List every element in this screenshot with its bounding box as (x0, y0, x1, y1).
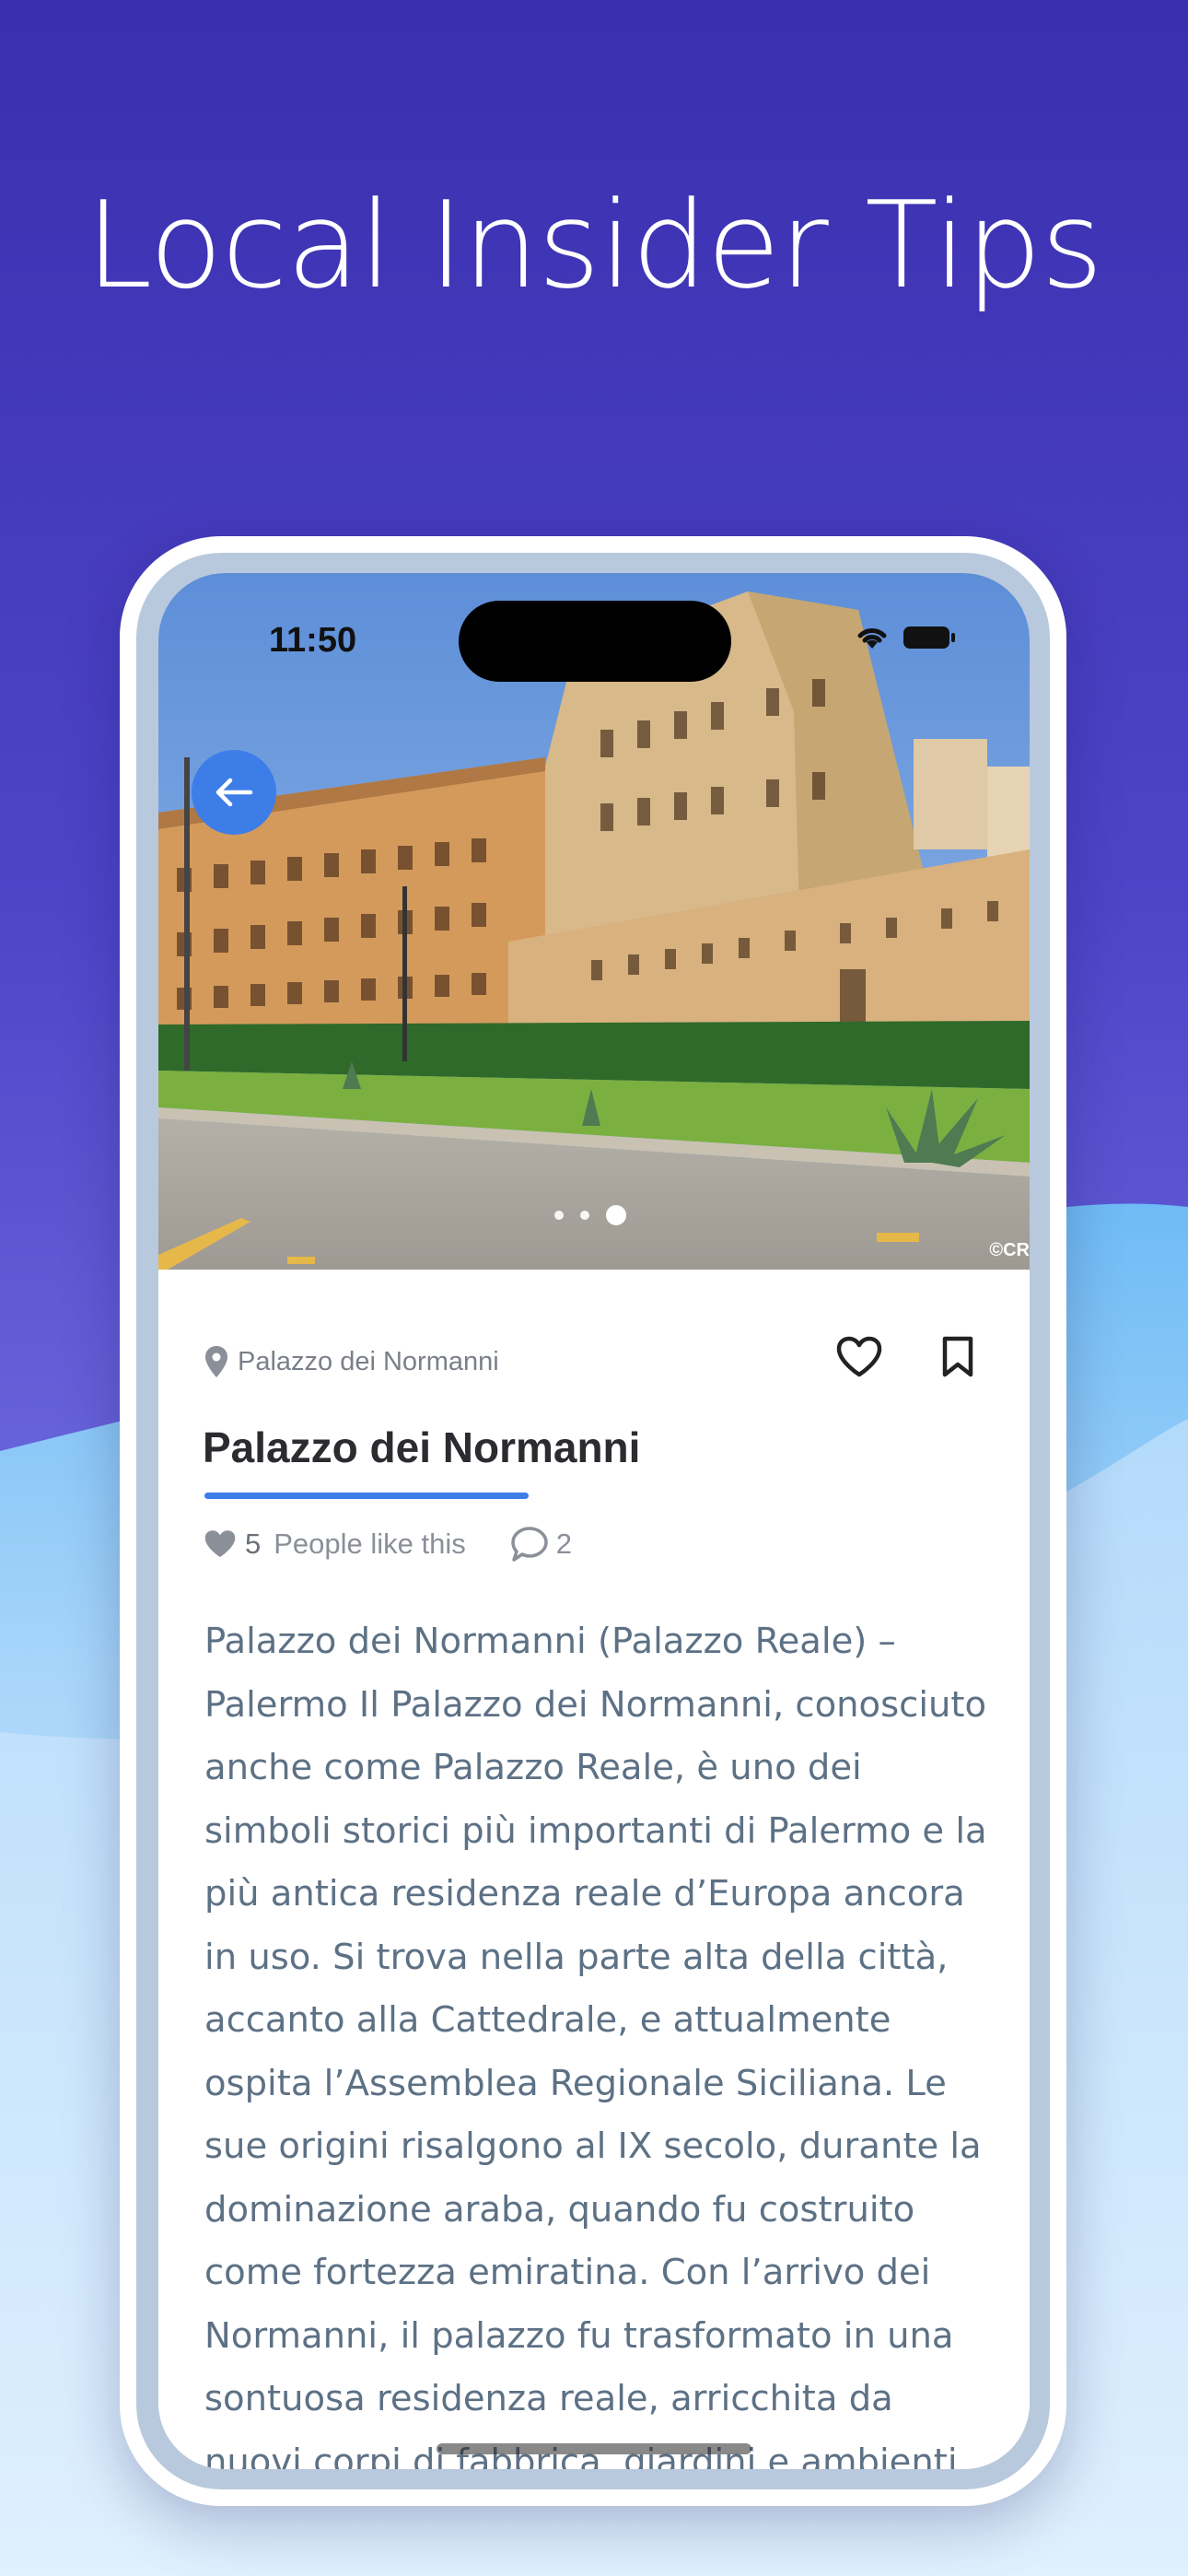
comments-stat[interactable]: 2 (510, 1526, 572, 1563)
gallery-dot-active[interactable] (606, 1205, 626, 1225)
wifi-icon (857, 628, 887, 649)
battery-icon (903, 626, 955, 649)
engagement-stats: 5 People like this 2 (203, 1526, 572, 1563)
back-button[interactable] (192, 750, 276, 835)
gallery-dot[interactable] (580, 1211, 589, 1220)
title-underline (204, 1493, 529, 1499)
place-description: Palazzo dei Normanni (Palazzo Reale) – P… (204, 1621, 987, 2469)
status-bar-time: 11:50 (269, 621, 357, 660)
place-actions (836, 1336, 974, 1378)
comment-bubble-icon (511, 1527, 548, 1562)
promo-headline: Local Insider Tips (86, 175, 1103, 315)
dynamic-island (459, 601, 731, 682)
heart-filled-icon[interactable] (203, 1528, 238, 1560)
bookmark-icon[interactable] (941, 1336, 974, 1378)
map-pin-icon (205, 1346, 227, 1377)
location-row: Palazzo dei Normanni (204, 1345, 499, 1378)
place-photo-gallery[interactable]: 11:50 ©CR (158, 573, 1030, 1270)
place-details: Palazzo dei Normanni Palazzo dei Normann… (158, 1270, 1030, 2469)
place-title: Palazzo dei Normanni (203, 1423, 641, 1471)
home-indicator[interactable] (437, 2443, 751, 2454)
location-label: Palazzo dei Normanni (238, 1346, 499, 1376)
heart-outline-icon[interactable] (836, 1336, 882, 1378)
likes-label: People like this (274, 1528, 466, 1560)
status-bar-icons (855, 625, 956, 650)
likes-count: 5 (245, 1528, 262, 1560)
arrow-left-icon (215, 778, 253, 807)
photo-credit: ©CR (989, 1240, 1030, 1260)
comments-count: 2 (555, 1528, 573, 1560)
gallery-dot[interactable] (554, 1211, 564, 1220)
app-screen: 11:50 ©CR Palazzo dei Normanni Palazzo d… (158, 573, 1030, 2469)
gallery-page-indicator[interactable] (554, 1205, 626, 1225)
